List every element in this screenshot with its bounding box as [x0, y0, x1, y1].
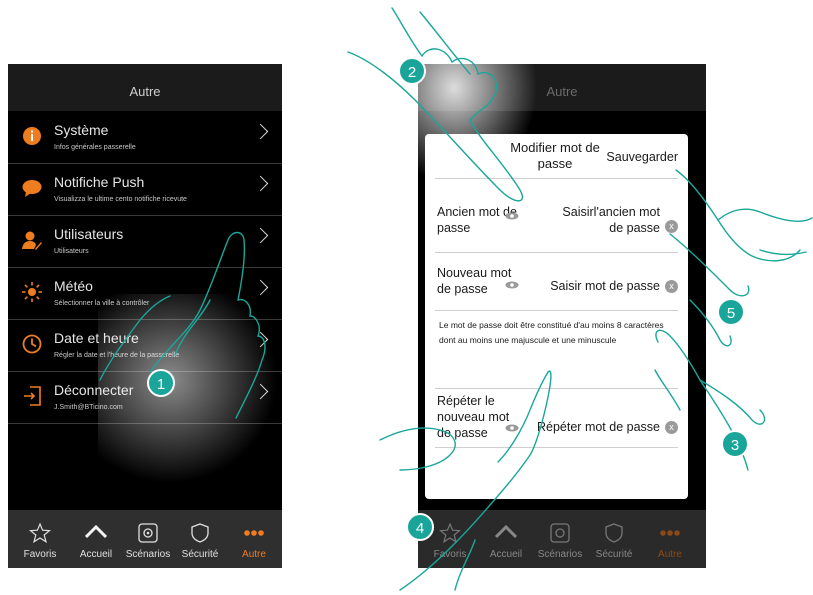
- step-badge: 4: [406, 513, 434, 541]
- step-badge: 3: [721, 430, 749, 458]
- hand-pointer-2: [347, 7, 524, 202]
- step-badge: 2: [398, 57, 426, 85]
- hand-illustrations: [99, 7, 813, 591]
- hand-pointer-5: [669, 169, 813, 297]
- step-badge: 1: [147, 369, 175, 397]
- hand-pointer-4: [379, 370, 552, 591]
- step-badge: 5: [717, 298, 745, 326]
- hand-pointer-1: [99, 231, 266, 419]
